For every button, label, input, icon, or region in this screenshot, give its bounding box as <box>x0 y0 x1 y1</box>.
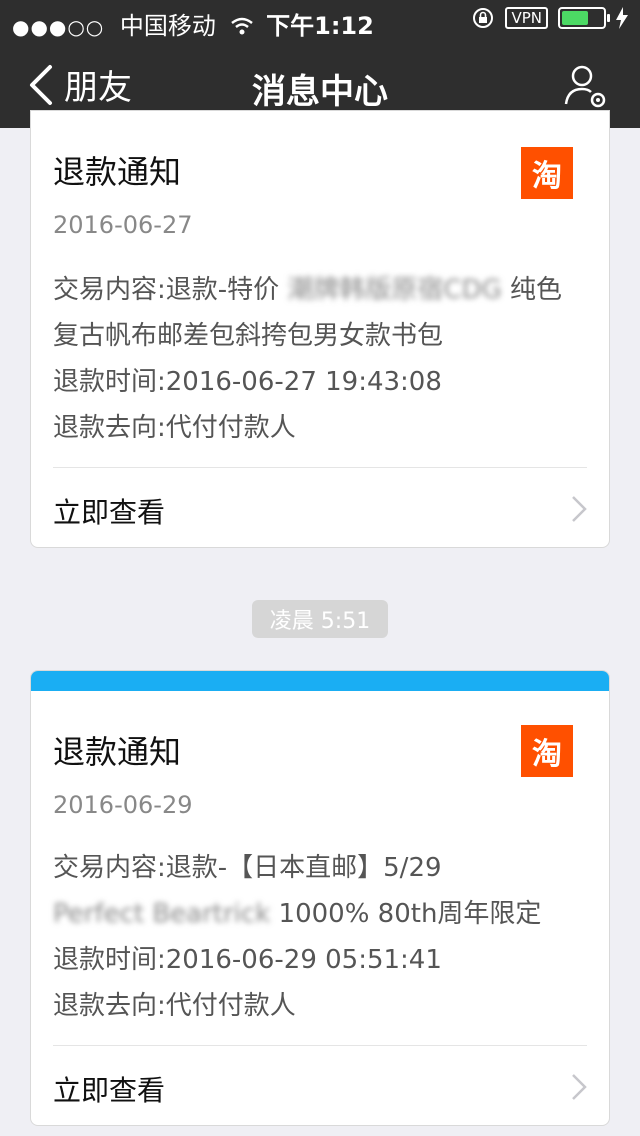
view-now-label: 立即查看 <box>53 496 166 529</box>
card-accent-bar <box>31 671 609 691</box>
orientation-lock-icon <box>473 8 494 28</box>
refund-destination: 退款去向:代付付款人 <box>53 991 296 1021</box>
message-card: 退款通知 淘 2016-06-29 交易内容:退款-【日本直邮】5/29 Per… <box>30 670 610 1126</box>
content-prefix: 交易内容:退款-特价 <box>53 275 280 305</box>
message-body: 交易内容:退款-特价 潮牌韩版原宿CDG 纯色复古帆布邮差包斜挎包男女款书包 退… <box>53 267 583 451</box>
view-now-button[interactable]: 立即查看 <box>31 1047 609 1125</box>
divider <box>53 467 587 468</box>
user-settings-icon[interactable] <box>562 62 610 110</box>
content-prefix: 交易内容:退款-【日本直邮】5/29 <box>53 853 442 883</box>
chevron-right-icon <box>572 496 587 522</box>
charging-bolt-icon <box>616 7 628 29</box>
status-right: VPN <box>471 6 628 30</box>
message-content: 交易内容:退款-【日本直邮】5/29 Perfect Beartrick 100… <box>53 845 583 937</box>
timestamp-separator: 凌晨 5:51 <box>252 600 388 638</box>
chevron-right-icon <box>572 1074 587 1100</box>
vpn-badge: VPN <box>505 7 548 29</box>
refund-time: 退款时间:2016-06-27 19:43:08 <box>53 367 442 397</box>
content-suffix: 1000% 80th周年限定 <box>278 899 542 929</box>
message-content: 交易内容:退款-特价 潮牌韩版原宿CDG 纯色复古帆布邮差包斜挎包男女款书包 <box>53 267 583 359</box>
view-now-button[interactable]: 立即查看 <box>31 469 609 549</box>
top-bar: ●●●○○ 中国移动 下午1:12 VPN 朋友 消息中心 <box>0 0 640 128</box>
status-bar: ●●●○○ 中国移动 下午1:12 VPN <box>0 0 640 40</box>
taobao-logo-icon: 淘 <box>521 725 573 777</box>
refund-destination: 退款去向:代付付款人 <box>53 413 296 443</box>
message-date: 2016-06-29 <box>53 791 193 819</box>
message-title: 退款通知 <box>53 153 182 191</box>
page-title: 消息中心 <box>252 72 388 112</box>
message-date: 2016-06-27 <box>53 211 193 239</box>
message-title: 退款通知 <box>53 733 182 771</box>
divider <box>53 1045 587 1046</box>
view-now-label: 立即查看 <box>53 1074 166 1107</box>
message-card: 退款通知 淘 2016-06-27 交易内容:退款-特价 潮牌韩版原宿CDG 纯… <box>30 110 610 548</box>
taobao-logo-icon: 淘 <box>521 147 573 199</box>
content-blurred: 潮牌韩版原宿CDG <box>287 275 502 305</box>
content-blurred: Perfect Beartrick <box>53 899 271 929</box>
battery-icon <box>558 7 610 29</box>
message-body: 交易内容:退款-【日本直邮】5/29 Perfect Beartrick 100… <box>53 845 583 1029</box>
refund-time: 退款时间:2016-06-29 05:51:41 <box>53 945 442 975</box>
